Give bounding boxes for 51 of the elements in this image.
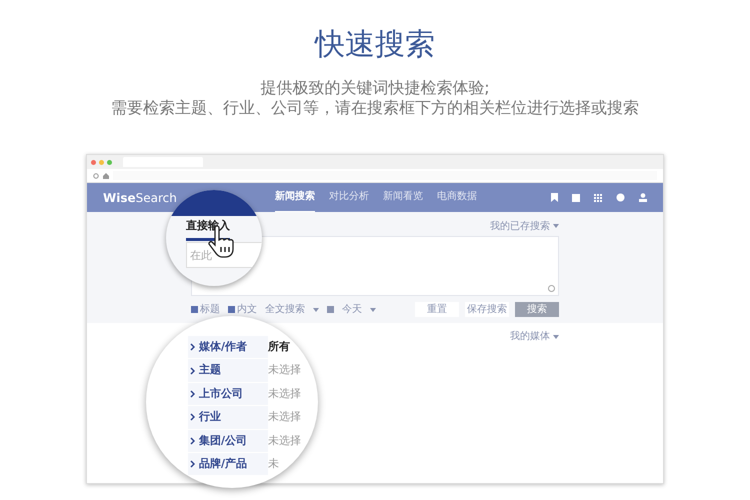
nav-link[interactable]: 对比分析	[328, 182, 369, 213]
app-logo[interactable]: WiseSearch	[103, 188, 177, 206]
filter-label[interactable]: 媒体/作者	[188, 336, 268, 358]
search-button[interactable]: 搜索	[515, 302, 559, 317]
saved-searches-link[interactable]: 我的已存搜索	[490, 218, 550, 234]
caret-icon	[553, 224, 559, 228]
filter-label-text: 品牌/产品	[199, 456, 248, 472]
caret-icon	[370, 308, 376, 312]
filter-value: 未选择	[268, 432, 301, 448]
filter-label-text: 行业	[199, 409, 221, 426]
filter-value: 未选择	[268, 386, 301, 402]
intro-text: 需要检索主题、行业、公司等，请在搜索框下方的相关栏位进行选择或搜索	[111, 98, 639, 118]
nav-link[interactable]: 电商数据	[436, 182, 477, 213]
nav-link[interactable]: 新闻看览	[382, 182, 423, 213]
grid-icon[interactable]	[594, 194, 602, 202]
checkbox[interactable]	[191, 306, 198, 313]
my-media-link[interactable]: 我的媒体	[510, 329, 550, 344]
filter-label-text: 上市公司	[199, 386, 243, 402]
checkbox-label: 内文	[237, 302, 257, 317]
page-heading: 快速搜索	[315, 26, 435, 64]
filter-label[interactable]: 主题	[188, 359, 268, 382]
bookmark-icon[interactable]	[551, 193, 558, 202]
action-button[interactable]: 保存搜索	[465, 302, 509, 317]
chevron-icon	[190, 460, 195, 468]
chevron-icon	[190, 436, 195, 445]
filter-label-text: 集团/公司	[199, 432, 248, 448]
mode-dropdown[interactable]: 全文搜索	[265, 302, 305, 317]
date-dropdown[interactable]: 今天	[342, 302, 362, 317]
action-button[interactable]: 重置	[415, 302, 459, 317]
caret-icon	[553, 334, 559, 338]
filter-label[interactable]: 行业	[188, 406, 268, 429]
filter-value: 未选择	[268, 362, 301, 378]
user-icon[interactable]	[639, 193, 647, 202]
filter-label-text: 主题	[199, 362, 221, 378]
chevron-icon	[190, 366, 195, 375]
caret-icon	[313, 308, 319, 312]
filter-value: 所有	[268, 338, 290, 355]
intro-text: 提供极致的关键词快捷检索体验;	[260, 78, 490, 98]
chevron-icon	[190, 413, 195, 422]
home-icon[interactable]	[103, 172, 109, 178]
filter-value: 未	[268, 456, 279, 472]
chevron-icon	[190, 343, 195, 352]
filter-value: 未选择	[268, 409, 301, 426]
chevron-icon	[190, 390, 195, 398]
filter-label[interactable]: 品牌/产品	[188, 452, 268, 476]
filter-label-text: 媒体/作者	[199, 338, 248, 355]
checkbox-label: 标题	[200, 302, 220, 317]
checkbox[interactable]	[228, 306, 235, 313]
reload-icon[interactable]	[93, 172, 99, 178]
filter-label[interactable]: 集团/公司	[188, 430, 268, 452]
filter-label[interactable]: 上市公司	[188, 382, 268, 406]
